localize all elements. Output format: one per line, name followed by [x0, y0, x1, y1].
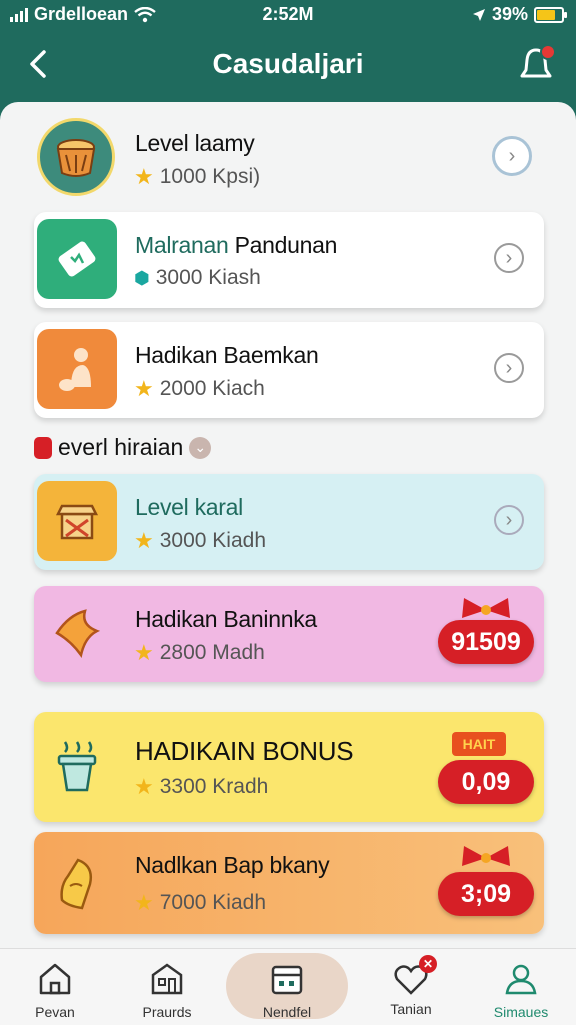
- bonus-card-3[interactable]: HADIKAIN BONUS ★ 3300 Kradh HAIT 0,09: [34, 712, 544, 822]
- bonus-card-1[interactable]: Level karal ★ 3000 Kiadh ›: [34, 474, 544, 570]
- battery-icon: [534, 6, 567, 23]
- chevron-right-icon[interactable]: ›: [492, 136, 532, 176]
- chevron-right-icon[interactable]: ›: [494, 505, 524, 535]
- red-tag-icon: [34, 436, 52, 459]
- section-label: everl hiraian: [58, 434, 184, 460]
- leaf-icon: [37, 593, 117, 673]
- card-title-part-2: Pandunan: [234, 232, 338, 258]
- points-text: 2800 Madh: [159, 641, 265, 664]
- card-points: ⬢ 3000 Kiash: [134, 266, 261, 290]
- gift-box-icon: [37, 481, 117, 561]
- points-text: 3300 Kradh: [159, 775, 269, 798]
- reward-badge[interactable]: 91509: [438, 620, 534, 664]
- card-title: Level karal: [135, 494, 243, 520]
- tab-label: Praurds: [142, 1004, 192, 1020]
- level-card-3[interactable]: Hadikan Baemkan ★ 2000 Kiach ›: [34, 322, 544, 418]
- card-points: ★ 7000 Kiadh: [134, 890, 266, 916]
- star-icon: ★: [134, 376, 154, 401]
- card-points: ★ 2000 Kiach: [134, 376, 265, 402]
- level-card-2[interactable]: Malranan Pandunan ⬢ 3000 Kiash ›: [34, 212, 544, 308]
- points-text: 1000 Kpsi): [159, 165, 261, 188]
- bottom-tab-bar: Pevan Praurds Nendfel ✕ Tanian Simaues: [0, 948, 576, 1025]
- tab-rewards[interactable]: Praurds: [112, 949, 222, 1025]
- points-text: 2000 Kiach: [159, 377, 265, 400]
- points-text: 3000 Kiash: [155, 266, 261, 289]
- card-points: ★ 3300 Kradh: [134, 774, 268, 800]
- card-title: Malranan Pandunan: [135, 232, 337, 259]
- ribbon-bow-icon: [462, 846, 510, 866]
- tab-home[interactable]: Pevan: [0, 949, 110, 1025]
- bonus-card-2[interactable]: Hadikan Baninnka ★ 2800 Madh 91509: [34, 586, 544, 682]
- gem-icon: ⬢: [134, 267, 150, 288]
- star-icon: ★: [134, 774, 154, 799]
- card-points: ★ 1000 Kpsi): [134, 164, 260, 190]
- star-icon: ★: [134, 164, 154, 189]
- card-title: Nadlkan Bap bkany: [135, 852, 330, 878]
- star-icon: ★: [134, 890, 154, 915]
- building-icon: [151, 963, 183, 995]
- tab-label: Pevan: [35, 1004, 75, 1020]
- battery-percent: 39%: [491, 4, 528, 24]
- main-content: Level laamy ★ 1000 Kpsi) › Malranan Pandu…: [0, 102, 576, 948]
- card-title: Hadikan Baemkan: [135, 342, 319, 368]
- cup-icon: [37, 726, 117, 806]
- tab-label: Simaues: [493, 1004, 549, 1020]
- card-title-part-1: Malranan: [135, 232, 229, 258]
- tab-profile[interactable]: Simaues: [466, 949, 576, 1025]
- close-badge-icon: ✕: [419, 955, 437, 973]
- basket-icon: [37, 118, 115, 196]
- notification-dot: [540, 44, 556, 60]
- star-icon: ★: [134, 640, 154, 665]
- tab-center[interactable]: Nendfel: [226, 949, 348, 1025]
- badge-crown-label: HAIT: [452, 732, 506, 756]
- status-right: 39%: [472, 4, 567, 25]
- figure-icon: [37, 329, 117, 409]
- tab-label: Tanian: [390, 1001, 432, 1017]
- chevron-right-icon[interactable]: ›: [494, 243, 524, 273]
- paper-icon: [37, 844, 117, 924]
- card-title: Hadikan Baninnka: [135, 606, 317, 632]
- chevron-down-icon: ⌄: [189, 436, 212, 459]
- notification-button[interactable]: [514, 42, 558, 86]
- card-points: ★ 3000 Kiadh: [134, 528, 266, 554]
- tab-favorites[interactable]: ✕ Tanian: [356, 949, 466, 1025]
- card-title: HADIKAIN BONUS: [135, 736, 354, 766]
- star-icon: ★: [134, 528, 154, 553]
- reward-badge[interactable]: 0,09: [438, 760, 534, 804]
- ticket-icon: [37, 219, 117, 299]
- points-text: 3000 Kiadh: [159, 529, 266, 552]
- tab-label: Nendfel: [262, 1004, 312, 1020]
- status-bar: Grdelloean 2:52M 39%: [0, 0, 576, 30]
- bonus-card-4[interactable]: Nadlkan Bap bkany ★ 7000 Kiadh 3;09: [34, 832, 544, 934]
- user-icon: [505, 964, 537, 995]
- chevron-right-icon[interactable]: ›: [494, 353, 524, 383]
- level-card-1[interactable]: Level laamy ★ 1000 Kpsi) ›: [34, 110, 544, 206]
- section-header[interactable]: everl hiraian ⌄: [34, 434, 212, 461]
- home-icon: [39, 963, 71, 995]
- app-header: Casudaljari: [0, 30, 576, 102]
- heart-icon-wrap: ✕: [391, 955, 437, 999]
- location-icon: [472, 8, 485, 21]
- page-title: Casudaljari: [212, 48, 364, 79]
- ribbon-bow-icon: [462, 598, 510, 618]
- card-points: ★ 2800 Madh: [134, 640, 265, 666]
- calendar-icon: [271, 965, 303, 995]
- reward-badge[interactable]: 3;09: [438, 872, 534, 916]
- card-title: Level laamy: [135, 130, 255, 156]
- points-text: 7000 Kiadh: [159, 891, 266, 914]
